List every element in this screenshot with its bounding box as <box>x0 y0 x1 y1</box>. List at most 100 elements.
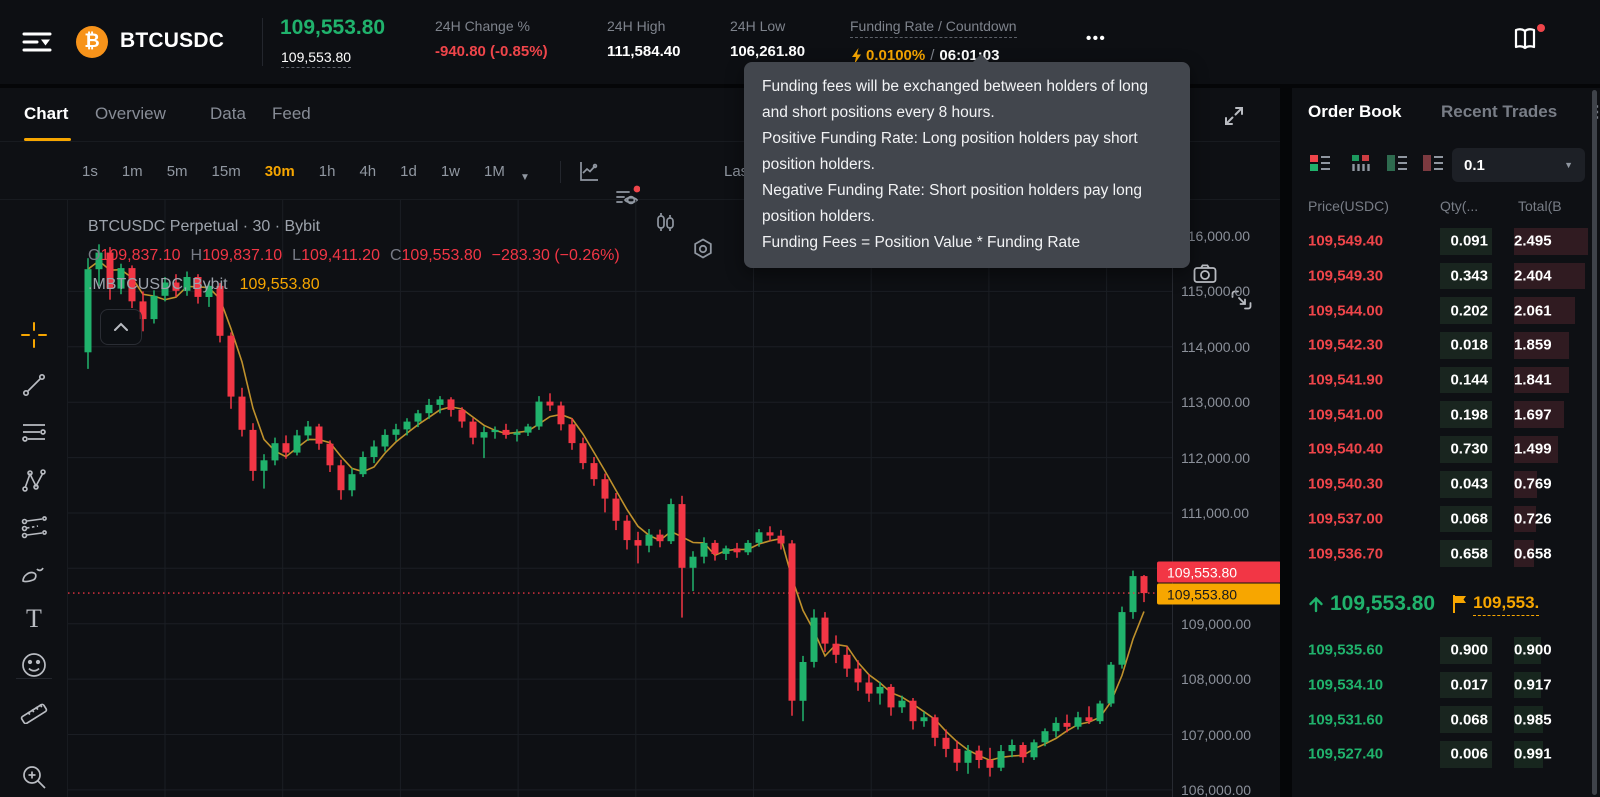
precision-dropdown[interactable]: 0.1 ▼ <box>1452 148 1585 182</box>
chart-legend-title[interactable]: BTCUSDC Perpetual · 30 · Bybit <box>88 218 630 236</box>
line-chart-style-icon[interactable] <box>576 158 602 184</box>
col-qty: Qty(... <box>1440 198 1478 214</box>
more-menu-button[interactable]: ••• <box>1086 30 1106 47</box>
mid-price-row[interactable]: 109,553.80 109,553. <box>1292 575 1600 633</box>
mark-price-link[interactable]: 109,553. <box>1473 593 1539 616</box>
ohlc-close: 109,553.80 <box>402 247 482 264</box>
ask-row[interactable]: 109,537.000.0680.726 <box>1292 502 1600 537</box>
market-menu-icon[interactable] <box>20 26 56 58</box>
timeframe-1s[interactable]: 1s <box>82 163 98 180</box>
emoji-tool-icon[interactable] <box>17 648 51 682</box>
notification-dot <box>1537 24 1545 32</box>
stat-label: 24H Low <box>730 18 805 34</box>
ob-qty-cell: 0.198 <box>1440 401 1492 428</box>
funding-rate-label[interactable]: Funding Rate / Countdown <box>850 18 1017 38</box>
ask-row[interactable]: 109,544.000.2022.061 <box>1292 293 1600 328</box>
ask-row[interactable]: 109,549.300.3432.404 <box>1292 259 1600 294</box>
ob-total: 1.697 <box>1514 406 1552 423</box>
view-both-icon[interactable] <box>1309 152 1333 176</box>
timeframe-1d[interactable]: 1d <box>400 163 417 180</box>
tab-recent-trades[interactable]: Recent Trades <box>1441 102 1557 122</box>
y-axis-label: 113,000.00 <box>1181 394 1250 410</box>
overlay-name: .MBTCUSDC, Bybit <box>88 276 228 293</box>
pattern-tool-icon[interactable] <box>17 463 51 497</box>
view-columns-icon[interactable] <box>1350 152 1374 176</box>
last-price-tag: 109,553.80 <box>1157 562 1280 583</box>
brush-tool-icon[interactable] <box>17 557 51 591</box>
legend-collapse-button[interactable] <box>100 309 142 345</box>
ob-price: 109,536.70 <box>1308 545 1383 562</box>
ob-price: 109,544.00 <box>1308 302 1383 319</box>
tooltip-line: Positive Funding Rate: Long position hol… <box>762 126 1172 178</box>
stat-funding: Funding Rate / Countdown 0.0100% / 06:01… <box>850 18 1017 64</box>
ob-qty-cell: 0.658 <box>1440 540 1492 567</box>
ob-total: 1.499 <box>1514 441 1552 458</box>
bid-row[interactable]: 109,534.100.0170.917 <box>1292 668 1600 703</box>
ask-row[interactable]: 109,541.000.1981.697 <box>1292 397 1600 432</box>
toolbar-divider <box>16 678 52 679</box>
y-axis-label: 114,000.00 <box>1181 339 1250 355</box>
stat-value: -940.80 (-0.85%) <box>435 43 548 60</box>
ob-total: 0.985 <box>1514 711 1552 728</box>
tab-feed[interactable]: Feed <box>272 104 311 124</box>
timeframe-30m[interactable]: 30m <box>265 163 295 180</box>
ask-row[interactable]: 109,549.400.0912.495 <box>1292 224 1600 259</box>
ob-price: 109,540.40 <box>1308 441 1383 458</box>
symbol-title[interactable]: BTCUSDC <box>120 29 224 53</box>
stat-value: 111,584.40 <box>607 43 680 60</box>
timeframe-dropdown-caret[interactable]: ▼ <box>520 167 530 185</box>
bid-row[interactable]: 109,531.600.0680.985 <box>1292 702 1600 737</box>
timeframe-1M[interactable]: 1M <box>484 163 505 180</box>
ob-total: 0.769 <box>1514 476 1552 493</box>
trend-line-tool-icon[interactable] <box>17 368 51 402</box>
ob-price: 109,542.30 <box>1308 337 1383 354</box>
expand-chart-icon[interactable] <box>1222 104 1246 128</box>
overlay-value: 109,553.80 <box>240 276 320 293</box>
crosshair-tool-icon[interactable] <box>17 318 51 352</box>
orderbook-panel: Order Book Recent Trades ⋮ 0.1 ▼ Price(U… <box>1292 88 1600 797</box>
fib-lines-tool-icon[interactable] <box>17 416 51 450</box>
zoom-in-tool-icon[interactable] <box>17 760 51 794</box>
view-bids-only-icon[interactable] <box>1386 152 1410 176</box>
chart-overlay-legend[interactable]: .MBTCUSDC, Bybit 109,553.80 <box>88 276 630 294</box>
timeframe-5m[interactable]: 5m <box>167 163 188 180</box>
y-axis-label: 115,000.00 <box>1181 283 1250 299</box>
tab-chart[interactable]: Chart <box>24 104 68 124</box>
ohlc-open: 109,837.10 <box>100 247 180 264</box>
text-tool-icon[interactable]: T <box>17 602 51 636</box>
timeframe-1h[interactable]: 1h <box>319 163 336 180</box>
ask-row[interactable]: 109,540.400.7301.499 <box>1292 432 1600 467</box>
ob-total: 1.841 <box>1514 372 1552 389</box>
last-price: 109,553.80 <box>280 16 385 40</box>
ob-total: 0.726 <box>1514 510 1552 527</box>
ob-qty-cell: 0.144 <box>1440 367 1492 394</box>
price-axis[interactable]: 116,000.00115,000.00114,000.00113,000.00… <box>1172 200 1280 797</box>
timeframe-1m[interactable]: 1m <box>122 163 143 180</box>
bid-row[interactable]: 109,527.400.0060.991 <box>1292 737 1600 772</box>
ob-total: 1.859 <box>1514 337 1552 354</box>
mark-price[interactable]: 109,553.80 <box>281 49 351 68</box>
timeframe-4h[interactable]: 4h <box>359 163 376 180</box>
y-axis-label: 109,000.00 <box>1181 616 1251 632</box>
tab-order-book[interactable]: Order Book <box>1308 102 1402 122</box>
tab-overview[interactable]: Overview <box>95 104 166 124</box>
asks-list: 109,549.400.0912.495109,549.300.3432.404… <box>1292 224 1600 571</box>
bid-row[interactable]: 109,535.600.9000.900 <box>1292 633 1600 668</box>
timeframe-15m[interactable]: 15m <box>212 163 241 180</box>
ask-row[interactable]: 109,542.30 0.018 1.859 <box>1292 328 1600 363</box>
scrollbar[interactable] <box>1592 90 1597 795</box>
forecast-tool-icon[interactable] <box>17 510 51 544</box>
ob-price: 109,527.40 <box>1308 746 1383 763</box>
ob-price: 109,535.60 <box>1308 642 1383 659</box>
index-price-tag: 109,553.80 <box>1157 584 1280 605</box>
ruler-tool-icon[interactable] <box>17 692 51 726</box>
tab-data[interactable]: Data <box>210 104 246 124</box>
orderbook-panel-toggle-icon[interactable] <box>1510 26 1544 58</box>
btc-logo-icon: ₿ <box>76 26 108 58</box>
view-asks-only-icon[interactable] <box>1422 152 1446 176</box>
ob-qty-cell: 0.018 <box>1440 332 1492 359</box>
ask-row[interactable]: 109,536.700.6580.658 <box>1292 536 1600 571</box>
ask-row[interactable]: 109,541.900.1441.841 <box>1292 363 1600 398</box>
ask-row[interactable]: 109,540.300.0430.769 <box>1292 467 1600 502</box>
timeframe-1w[interactable]: 1w <box>441 163 460 180</box>
